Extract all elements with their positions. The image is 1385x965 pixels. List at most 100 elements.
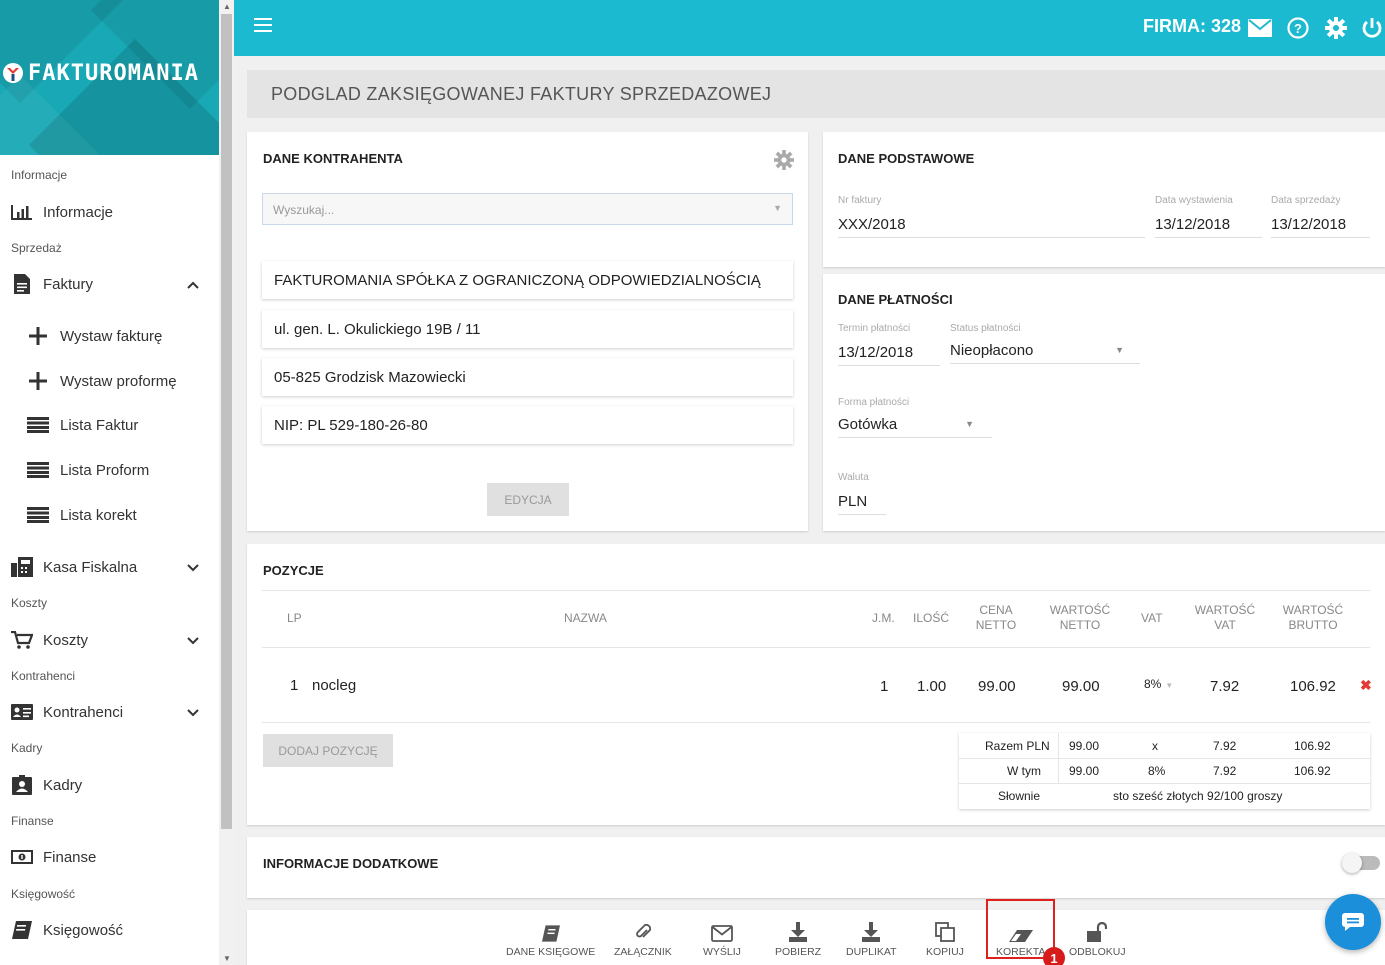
chevron-up-icon — [187, 276, 199, 292]
forma-value: Gotówka — [838, 416, 898, 433]
sidebar-item-lista-proform[interactable]: Lista Proform — [27, 458, 149, 482]
sidebar-item-label: Informacje — [43, 203, 114, 221]
scroll-down-arrow-icon[interactable]: ▼ — [223, 954, 231, 963]
chat-bubble-icon — [1342, 913, 1364, 931]
scrollbar-thumb[interactable] — [221, 14, 232, 829]
search-placeholder: Wyszukaj... — [273, 203, 335, 217]
col-vat: VAT — [1141, 611, 1163, 625]
dane-ksiegowe-button[interactable]: DANE KSIĘGOWE — [506, 920, 595, 958]
data-wystawienia-field[interactable]: 13/12/2018 — [1155, 216, 1262, 238]
pobierz-button[interactable]: POBIERZ — [775, 920, 821, 958]
row-ilosc[interactable]: 1.00 — [917, 678, 946, 695]
kopiuj-button[interactable]: KOPIUJ — [926, 920, 964, 958]
row-lp: 1 — [290, 677, 299, 694]
sidebar-item-finanse[interactable]: Finanse — [11, 844, 96, 870]
podstawowe-title: DANE PODSTAWOWE — [838, 151, 975, 166]
section-sprzedaz: Sprzedaż — [11, 241, 62, 255]
delete-row-icon[interactable]: ✖ — [1360, 677, 1372, 694]
mail-icon[interactable] — [1248, 16, 1272, 40]
sidebar-item-label: Koszty — [43, 631, 89, 649]
sidebar-item-kontrahenci[interactable]: Kontrahenci — [11, 699, 199, 725]
id-card-icon — [11, 702, 33, 722]
edycja-button[interactable]: EDYCJA — [487, 483, 569, 516]
nr-faktury-field[interactable]: XXX/2018 — [838, 216, 1145, 238]
dodaj-pozycje-button[interactable]: DODAJ POZYCJĘ — [263, 734, 393, 767]
sidebar-item-wystaw-proforme[interactable]: Wystaw proformę — [27, 369, 177, 393]
sidebar-item-koszty[interactable]: Koszty — [11, 627, 199, 653]
waluta-field[interactable]: PLN — [838, 493, 886, 515]
action-label: KOPIUJ — [926, 946, 964, 958]
paperclip-icon — [635, 920, 651, 942]
power-icon[interactable] — [1360, 16, 1384, 40]
sidebar-item-ksiegowosc[interactable]: Księgowość — [11, 917, 123, 943]
sidebar-item-informacje[interactable]: Informacje — [11, 199, 113, 225]
summary-table: Razem PLN 99.00 x 7.92 106.92 W tym 99.0… — [959, 733, 1370, 809]
kontrahent-city: 05-825 Grodzisk Mazowiecki — [262, 358, 793, 396]
col-lp: LP — [287, 611, 302, 625]
data-wystawienia-label: Data wystawienia — [1155, 195, 1233, 206]
plus-icon — [27, 327, 49, 345]
logo-area: FAKTUROMANIA — [0, 0, 219, 155]
badge-person-icon — [11, 775, 33, 795]
settings-gear-icon[interactable] — [774, 150, 794, 175]
wtym-netto: 99.00 — [1069, 764, 1100, 778]
col-header-line: CENA — [979, 603, 1013, 617]
status-select[interactable]: Nieopłacono ▼ — [950, 342, 1140, 364]
row-jm[interactable]: 1 — [880, 678, 888, 695]
col-header-line: VAT — [1214, 618, 1236, 632]
section-kadry: Kadry — [11, 741, 43, 755]
sidebar-item-label: Wystaw proformę — [60, 372, 177, 390]
dropdown-arrow-icon[interactable]: ▼ — [1165, 681, 1173, 690]
col-header-line: NETTO — [1059, 618, 1101, 632]
help-icon[interactable]: ? — [1286, 16, 1310, 40]
gear-icon[interactable] — [1324, 16, 1348, 40]
sidebar-item-lista-korekt[interactable]: Lista korekt — [27, 503, 137, 527]
duplikat-button[interactable]: DUPLIKAT — [846, 920, 897, 958]
cart-icon — [11, 630, 33, 650]
section-informacje: Informacje — [11, 168, 68, 182]
slownie-label: Słownie — [998, 789, 1041, 803]
chevron-down-icon — [187, 559, 199, 575]
kontrahent-search-input[interactable]: Wyszukaj... ▼ — [262, 193, 793, 225]
col-header-line: NETTO — [975, 618, 1017, 632]
platnosci-card: DANE PŁATNOŚCI Termin płatności 13/12/20… — [823, 274, 1385, 531]
forma-label: Forma płatności — [838, 397, 910, 408]
sidebar-item-label: Księgowość — [43, 921, 124, 939]
section-ksiegowosc: Księgowość — [11, 887, 76, 901]
sidebar-item-kasa-fiskalna[interactable]: Kasa Fiskalna — [11, 554, 199, 580]
dodatkowe-card: INFORMACJE DODATKOWE — [247, 837, 1385, 898]
dropdown-arrow-icon[interactable]: ▼ — [773, 203, 782, 213]
envelope-icon — [711, 920, 733, 942]
list-icon — [27, 462, 49, 478]
col-header-line: WARTOŚĆ — [1282, 603, 1344, 617]
termin-field[interactable]: 13/12/2018 — [838, 344, 940, 366]
row-nazwa[interactable]: nocleg — [312, 677, 356, 694]
zalacznik-button[interactable]: ZAŁĄCZNIK — [614, 920, 672, 958]
toggle-knob[interactable] — [1342, 853, 1362, 873]
wyslij-button[interactable]: WYŚLIJ — [703, 920, 741, 958]
data-sprzedazy-field[interactable]: 13/12/2018 — [1271, 216, 1370, 238]
dropdown-arrow-icon[interactable]: ▼ — [965, 419, 974, 429]
sidebar-item-kadry[interactable]: Kadry — [11, 772, 82, 798]
row-vat-select[interactable]: 8% ▼ — [1144, 677, 1173, 691]
sidebar-item-lista-faktur[interactable]: Lista Faktur — [27, 413, 138, 437]
sidebar-item-label: Lista korekt — [60, 506, 137, 524]
hamburger-menu-icon[interactable] — [254, 18, 272, 32]
row-cena[interactable]: 99.00 — [978, 678, 1016, 695]
book-icon — [541, 920, 560, 942]
forma-select[interactable]: Gotówka ▼ — [838, 416, 992, 438]
dropdown-arrow-icon[interactable]: ▼ — [1115, 345, 1124, 355]
col-header-line: WARTOŚĆ — [1049, 603, 1111, 617]
app-logo[interactable]: FAKTUROMANIA — [28, 61, 199, 86]
list-icon — [27, 507, 49, 523]
scroll-up-arrow-icon[interactable]: ▲ — [223, 2, 231, 11]
sidebar-scrollbar[interactable]: ▲ ▼ — [219, 0, 234, 965]
odblokuj-button[interactable]: ODBLOKUJ — [1069, 920, 1126, 958]
pozycje-title: POZYCJE — [263, 563, 324, 578]
sidebar-item-wystaw-fakture[interactable]: Wystaw fakturę — [27, 324, 162, 348]
razem-wvat: 7.92 — [1213, 739, 1237, 753]
dodatkowe-toggle[interactable] — [1342, 853, 1380, 873]
sidebar-item-faktury[interactable]: Faktury — [11, 271, 199, 297]
chat-button[interactable] — [1325, 894, 1381, 950]
slownie-value: sto sześć złotych 92/100 groszy — [1113, 789, 1283, 803]
